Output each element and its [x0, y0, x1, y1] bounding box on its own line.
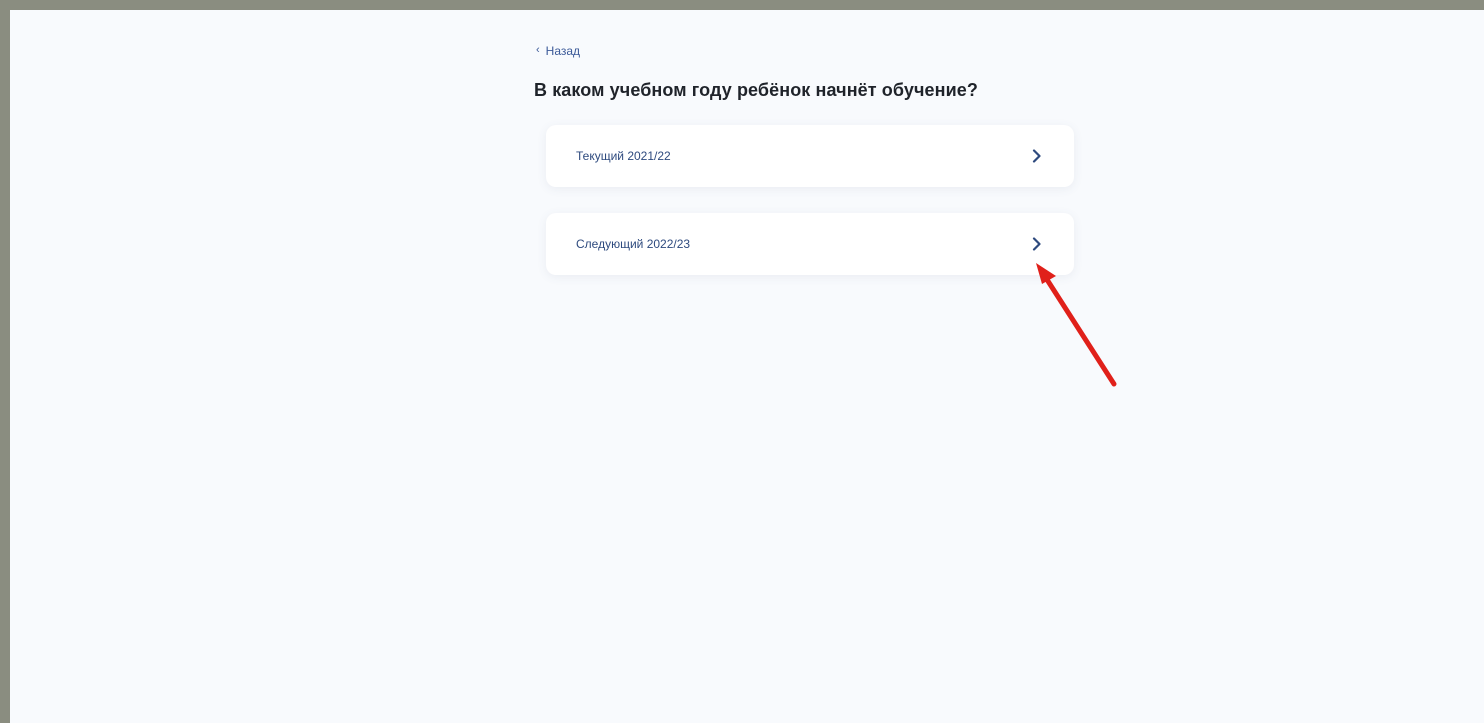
option-current-year[interactable]: Текущий 2021/22 — [546, 125, 1074, 187]
option-next-year[interactable]: Следующий 2022/23 — [546, 213, 1074, 275]
options-list: Текущий 2021/22 Следующий 2022/23 — [534, 125, 1084, 275]
chevron-right-icon[interactable] — [1030, 237, 1044, 251]
page-title: В каком учебном году ребёнок начнёт обуч… — [534, 80, 978, 100]
chevron-left-icon: ‹ — [536, 44, 540, 56]
option-label: Текущий 2021/22 — [576, 149, 671, 163]
back-link[interactable]: ‹ Назад — [536, 44, 580, 58]
main-content: ‹ Назад В каком учебном году ребёнок нач… — [534, 40, 1084, 275]
page-screen: ‹ Назад В каком учебном году ребёнок нач… — [10, 10, 1484, 723]
option-label: Следующий 2022/23 — [576, 237, 691, 251]
chevron-right-icon[interactable] — [1030, 149, 1044, 163]
back-link-label: Назад — [545, 43, 581, 58]
